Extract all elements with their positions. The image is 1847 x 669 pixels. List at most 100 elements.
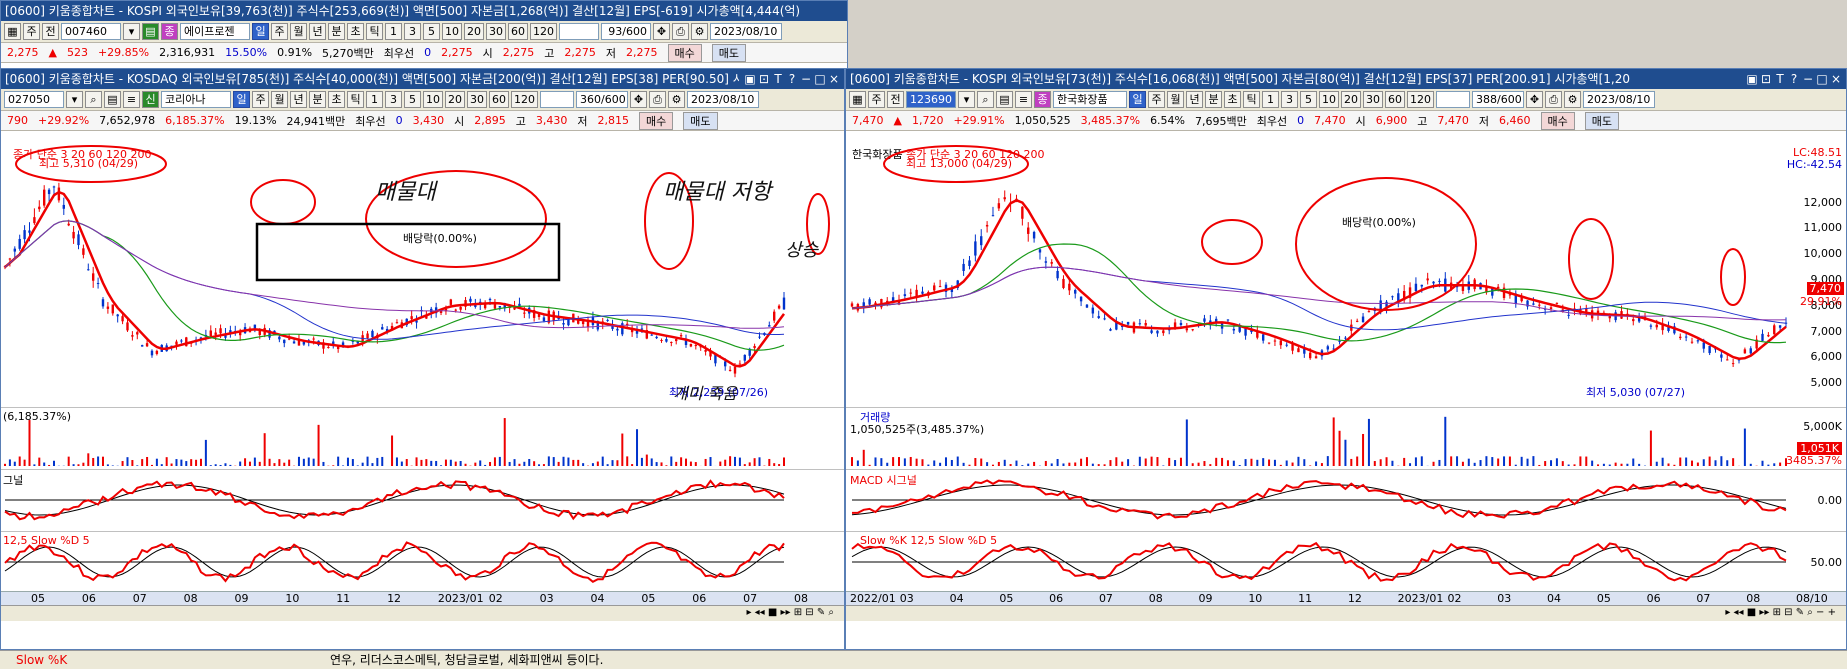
search-icon[interactable]: ⌕ bbox=[85, 91, 102, 108]
num-120[interactable]: 120 bbox=[511, 91, 538, 108]
stoch-pane[interactable]: Slow %K 12,5 Slow %D 5 50.00 bbox=[846, 531, 1846, 591]
num-120[interactable]: 120 bbox=[1407, 91, 1434, 108]
grid-icon[interactable]: ▦ bbox=[849, 91, 866, 108]
print-icon[interactable]: ⎙ bbox=[1545, 91, 1562, 108]
jeon-button[interactable]: 전 bbox=[887, 91, 904, 108]
num-20[interactable]: 20 bbox=[464, 23, 484, 40]
volume-pane[interactable]: 거래량 1,050,525주(3,485.37%) 5,000K 1,051K … bbox=[846, 407, 1846, 467]
minimize-icon[interactable]: − bbox=[1801, 69, 1815, 89]
period-day[interactable]: 일 bbox=[233, 91, 250, 108]
stock-code-input[interactable]: 027050 bbox=[4, 91, 64, 108]
period-minute[interactable]: 분 bbox=[1205, 91, 1222, 108]
period-day[interactable]: 일 bbox=[1129, 91, 1146, 108]
period-week[interactable]: 주 bbox=[1148, 91, 1165, 108]
back-window-title[interactable]: [0600] 키움종합차트 - KOSPI 외국인보유[39,763(천)] 주… bbox=[1, 1, 847, 21]
period-year[interactable]: 년 bbox=[1186, 91, 1203, 108]
period-year[interactable]: 년 bbox=[309, 23, 326, 40]
num-1[interactable]: 1 bbox=[385, 23, 402, 40]
period-minute[interactable]: 분 bbox=[328, 23, 345, 40]
num-30[interactable]: 30 bbox=[467, 91, 487, 108]
interval-input[interactable] bbox=[559, 23, 599, 40]
ju-button[interactable]: 주 bbox=[868, 91, 885, 108]
print-icon[interactable]: ⎙ bbox=[672, 23, 689, 40]
num-120[interactable]: 120 bbox=[530, 23, 557, 40]
period-tick[interactable]: 틱 bbox=[1243, 91, 1260, 108]
date-input[interactable]: 2023/08/10 bbox=[710, 23, 782, 40]
macd-pane[interactable]: MACD 시그널 0.00 bbox=[846, 469, 1846, 529]
period-minute[interactable]: 분 bbox=[309, 91, 326, 108]
num-5[interactable]: 5 bbox=[404, 91, 421, 108]
num-3[interactable]: 3 bbox=[1281, 91, 1298, 108]
pin-icon[interactable]: ✥ bbox=[653, 23, 670, 40]
interval-input[interactable] bbox=[540, 91, 574, 108]
num-60[interactable]: 60 bbox=[1385, 91, 1405, 108]
search-icon[interactable]: ⌕ bbox=[977, 91, 994, 108]
count-input[interactable]: 360/600 bbox=[576, 91, 628, 108]
print-icon[interactable]: ⎙ bbox=[649, 91, 666, 108]
count-input[interactable]: 93/600 bbox=[601, 23, 651, 40]
num-5[interactable]: 5 bbox=[1300, 91, 1317, 108]
maximize-icon[interactable]: □ bbox=[1815, 69, 1829, 89]
gear-icon[interactable]: ⚙ bbox=[668, 91, 685, 108]
close-icon[interactable]: × bbox=[1829, 69, 1843, 89]
bottom-tab[interactable]: Slow %K bbox=[16, 651, 67, 669]
ju-button[interactable]: 주 bbox=[23, 23, 40, 40]
macd-pane[interactable]: 그널 bbox=[1, 469, 844, 529]
gear-icon[interactable]: ⚙ bbox=[691, 23, 708, 40]
period-month[interactable]: 월 bbox=[1167, 91, 1184, 108]
period-week[interactable]: 주 bbox=[252, 91, 269, 108]
save-icon[interactable]: ▤ bbox=[996, 91, 1013, 108]
stock-code-input[interactable]: 123690 bbox=[906, 91, 956, 108]
play-controls[interactable]: ▸ ◂◂ ■ ▸▸ ⊞ ⊟ ✎ ⌕ bbox=[746, 607, 834, 618]
num-20[interactable]: 20 bbox=[1341, 91, 1361, 108]
layout-icon[interactable]: ⊡ bbox=[1759, 69, 1773, 89]
price-pane[interactable]: 종가 단순 3 20 60 120 200 최고 5,310 (04/29) 배… bbox=[1, 144, 844, 406]
minimize-icon[interactable]: − bbox=[799, 69, 813, 89]
period-week[interactable]: 주 bbox=[271, 23, 288, 40]
buy-button[interactable]: 매수 bbox=[1540, 111, 1575, 130]
period-month[interactable]: 월 bbox=[290, 23, 307, 40]
num-1[interactable]: 1 bbox=[1262, 91, 1279, 108]
period-second[interactable]: 초 bbox=[347, 23, 364, 40]
save-icon[interactable]: ▤ bbox=[142, 23, 159, 40]
sell-button[interactable]: 매도 bbox=[1584, 111, 1619, 130]
period-second[interactable]: 초 bbox=[1224, 91, 1241, 108]
dropdown-icon[interactable]: ▾ bbox=[123, 23, 140, 40]
num-30[interactable]: 30 bbox=[486, 23, 506, 40]
help-icon[interactable]: ? bbox=[1787, 69, 1801, 89]
right-window-title[interactable]: [0600] 키움종합차트 - KOSPI 외국인보유[73(천)] 주식수[1… bbox=[846, 69, 1846, 89]
close-icon[interactable]: × bbox=[827, 69, 841, 89]
date-input[interactable]: 2023/08/10 bbox=[1583, 91, 1655, 108]
date-input[interactable]: 2023/08/10 bbox=[687, 91, 759, 108]
stoch-pane[interactable]: 12,5 Slow %D 5 bbox=[1, 531, 844, 591]
period-month[interactable]: 월 bbox=[271, 91, 288, 108]
restore-icon[interactable]: ▣ bbox=[1745, 69, 1759, 89]
price-pane[interactable]: 한국화장품 종가 단순 3 20 60 120 200 최고 13,000 (0… bbox=[846, 144, 1846, 406]
period-second[interactable]: 초 bbox=[328, 91, 345, 108]
menu-icon[interactable]: ≡ bbox=[123, 91, 140, 108]
num-1[interactable]: 1 bbox=[366, 91, 383, 108]
dropdown-icon[interactable]: ▾ bbox=[66, 91, 83, 108]
right-scroll-bar[interactable]: ▸ ◂◂ ■ ▸▸ ⊞ ⊟ ✎ ⌕ − + bbox=[846, 605, 1846, 621]
num-10[interactable]: 10 bbox=[423, 91, 443, 108]
period-day[interactable]: 일 bbox=[252, 23, 269, 40]
left-window-title[interactable]: [0600] 키움종합차트 - KOSDAQ 외국인보유[785(천)] 주식수… bbox=[1, 69, 844, 89]
layout-icon[interactable]: ⊡ bbox=[757, 69, 771, 89]
text-icon[interactable]: T bbox=[771, 69, 785, 89]
sell-button[interactable]: 매도 bbox=[711, 43, 747, 62]
period-tick[interactable]: 틱 bbox=[366, 23, 383, 40]
pin-icon[interactable]: ✥ bbox=[1526, 91, 1543, 108]
restore-icon[interactable]: ▣ bbox=[743, 69, 757, 89]
num-5[interactable]: 5 bbox=[423, 23, 440, 40]
volume-pane[interactable]: (6,185.37%) bbox=[1, 407, 844, 467]
num-60[interactable]: 60 bbox=[489, 91, 509, 108]
left-scroll-bar[interactable]: ▸ ◂◂ ■ ▸▸ ⊞ ⊟ ✎ ⌕ bbox=[1, 605, 844, 621]
maximize-icon[interactable]: □ bbox=[813, 69, 827, 89]
menu-icon[interactable]: ≡ bbox=[1015, 91, 1032, 108]
count-input[interactable]: 388/600 bbox=[1472, 91, 1524, 108]
buy-button[interactable]: 매수 bbox=[639, 111, 674, 130]
stock-code-input[interactable]: 007460 bbox=[61, 23, 121, 40]
pin-icon[interactable]: ✥ bbox=[630, 91, 647, 108]
num-3[interactable]: 3 bbox=[385, 91, 402, 108]
text-icon[interactable]: T bbox=[1773, 69, 1787, 89]
